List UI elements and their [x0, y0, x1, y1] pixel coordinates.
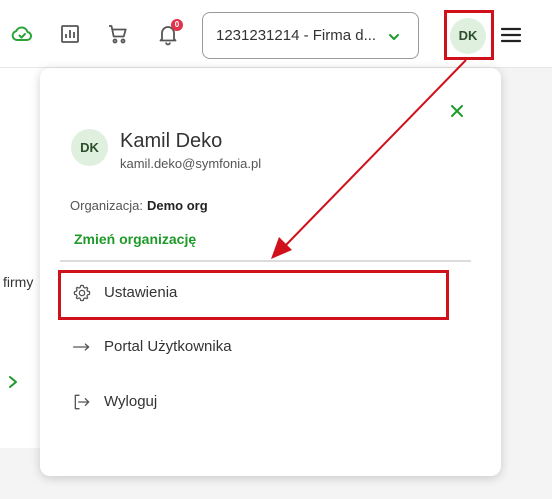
company-select[interactable]: 1231231214 - Firma d... [202, 12, 419, 59]
chevron-right-icon[interactable] [6, 374, 20, 390]
background-partial-text: firmy [3, 274, 34, 290]
highlight-box-settings [58, 270, 449, 320]
cart-icon[interactable] [106, 22, 130, 46]
cloud-sync-icon[interactable] [10, 22, 34, 46]
menu-item-logout[interactable]: Wyloguj [72, 389, 452, 419]
notifications-bell-icon[interactable]: 0 [156, 19, 183, 46]
company-select-value: 1231231214 - Firma d... [216, 27, 377, 44]
menu-item-label: Wyloguj [104, 393, 158, 410]
divider [60, 260, 471, 262]
user-avatar: DK [71, 129, 108, 166]
notification-badge: 0 [171, 19, 183, 31]
logout-icon [74, 394, 90, 410]
arrow-right-icon [73, 343, 90, 351]
menu-item-label: Portal Użytkownika [104, 338, 232, 355]
highlight-box-avatar [444, 10, 494, 60]
reports-icon[interactable] [58, 22, 82, 46]
organization-line: Organizacja: Demo org [70, 198, 208, 213]
chevron-down-icon [389, 34, 399, 40]
hamburger-menu-icon[interactable] [500, 24, 522, 46]
user-name: Kamil Deko [120, 130, 223, 152]
change-organization-link[interactable]: Zmień organizację [74, 231, 196, 247]
menu-item-user-portal[interactable]: Portal Użytkownika [72, 334, 452, 364]
organization-label: Organizacja: [70, 198, 143, 213]
close-icon[interactable] [448, 102, 466, 120]
organization-name: Demo org [146, 198, 208, 213]
user-email: kamil.deko@symfonia.pl [120, 156, 262, 171]
